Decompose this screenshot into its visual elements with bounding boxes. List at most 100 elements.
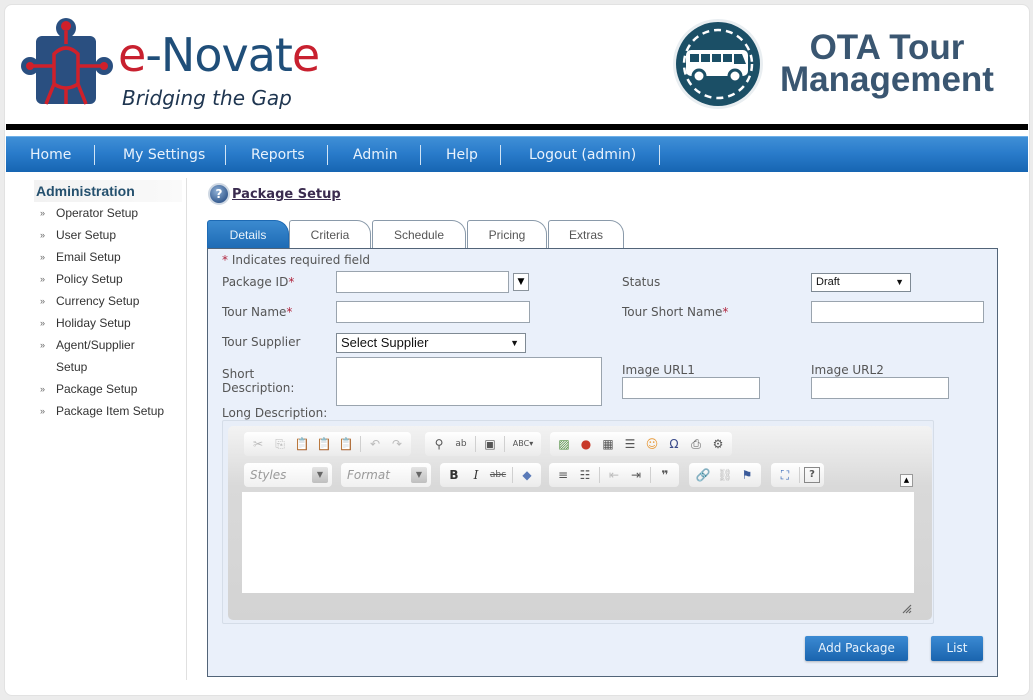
page-break-icon[interactable]: ⎙ [686,434,706,454]
paste-icon[interactable]: 📋 [292,434,312,454]
iframe-icon[interactable]: ⚙ [708,434,728,454]
help-icon[interactable]: ? [208,183,230,205]
nav-reports[interactable]: Reports [251,137,305,173]
special-char-icon[interactable]: Ω [664,434,684,454]
spellcheck-icon[interactable]: ABC▾ [509,434,537,454]
tab-details[interactable]: Details [207,220,289,249]
toolbar-paragraph-group: ≡ ☷ ⇤ ⇥ ❞ [549,463,679,487]
italic-icon[interactable]: I [466,465,486,485]
toolbar-editing-group: ⚲ ab ▣ ABC▾ [425,432,541,456]
flash-icon[interactable]: ● [576,434,596,454]
tour-name-label-text: Tour Name [222,305,287,319]
strike-icon[interactable]: abc [488,465,508,485]
tour-supplier-selected: Select Supplier [341,335,429,350]
tab-extras[interactable]: Extras [548,220,624,249]
styles-combo[interactable]: Styles ▼ [244,463,332,487]
caret-up-icon: ▲ [903,476,910,484]
redo-icon[interactable]: ↷ [387,434,407,454]
list-button[interactable]: List [931,636,983,661]
double-chevron-icon: » [40,384,46,394]
select-all-icon[interactable]: ▣ [480,434,500,454]
find-icon[interactable]: ⚲ [429,434,449,454]
toolbar-separator [512,467,513,483]
bold-icon[interactable]: B [444,465,464,485]
outdent-icon[interactable]: ⇤ [604,465,624,485]
status-select[interactable]: Draft ▼ [811,273,911,292]
numbered-list-icon[interactable]: ≡ [553,465,573,485]
nav-help[interactable]: Help [446,137,478,173]
double-chevron-icon: » [40,406,46,416]
format-combo[interactable]: Format ▼ [341,463,431,487]
tab-schedule[interactable]: Schedule [372,220,466,249]
nav-home[interactable]: Home [30,137,71,173]
sidebar-item-user-setup[interactable]: » User Setup [40,224,164,246]
toolbar-basic-styles-group: B I abc ◆ [440,463,541,487]
sidebar-item-policy-setup[interactable]: » Policy Setup [40,268,164,290]
sidebar-item-holiday-setup[interactable]: » Holiday Setup [40,312,164,334]
nav-my-settings[interactable]: My Settings [123,137,205,173]
paste-text-icon[interactable]: 📋 [314,434,334,454]
tour-short-name-label-text: Tour Short Name [622,305,723,319]
image-url2-label: Image URL2 [811,363,884,377]
add-package-button[interactable]: Add Package [805,636,908,661]
product-logo: OTA Tour Management [670,16,1010,116]
nav-admin[interactable]: Admin [353,137,398,173]
required-marker: * [222,253,228,267]
sidebar-item-email-setup[interactable]: » Email Setup [40,246,164,268]
sidebar-item-currency-setup[interactable]: » Currency Setup [40,290,164,312]
short-description-textarea[interactable] [336,357,602,406]
tab-pricing[interactable]: Pricing [467,220,547,249]
tour-short-name-input[interactable] [811,301,984,323]
horizontal-rule-icon[interactable]: ☰ [620,434,640,454]
double-chevron-icon: » [40,296,46,306]
bulleted-list-icon[interactable]: ☷ [575,465,595,485]
brand-name-middle: -Novat [145,28,293,82]
nav-logout[interactable]: Logout (admin) [529,137,636,173]
tour-name-input[interactable] [336,301,530,323]
cut-icon[interactable]: ✂ [248,434,268,454]
styles-combo-text: Styles [250,468,287,482]
sidebar-item-package-setup[interactable]: » Package Setup [40,378,164,400]
page-title[interactable]: Package Setup [232,187,341,202]
tour-supplier-select[interactable]: Select Supplier ▼ [336,333,526,353]
status-label: Status [622,275,661,289]
remove-format-icon[interactable]: ◆ [517,465,537,485]
smiley-icon[interactable]: ☺ [642,434,662,454]
collapse-toolbar-button[interactable]: ▲ [900,474,913,487]
product-title-line2: Management [780,60,994,99]
brand-name-suffix: e [291,28,320,82]
caret-down-icon: ▼ [517,277,525,287]
link-icon[interactable]: 🔗 [693,465,713,485]
table-icon[interactable]: ▦ [598,434,618,454]
sidebar-item-operator-setup[interactable]: » Operator Setup [40,202,164,224]
sidebar-item-package-item-setup[interactable]: » Package Item Setup [40,400,164,422]
toolbar-separator [360,436,361,452]
sidebar-item-label: Currency Setup [56,294,140,308]
image-url2-input[interactable] [811,377,949,399]
anchor-icon[interactable]: ⚑ [737,465,757,485]
copy-icon[interactable]: ⎘ [270,434,290,454]
package-id-dropdown-button[interactable]: ▼ [513,273,529,291]
package-id-input[interactable] [336,271,509,293]
about-icon[interactable]: ? [804,467,820,483]
tour-short-name-label: Tour Short Name* [622,305,728,319]
image-url1-input[interactable] [622,377,760,399]
maximize-icon[interactable]: ⛶ [775,465,795,485]
replace-icon[interactable]: ab [451,434,471,454]
undo-icon[interactable]: ↶ [365,434,385,454]
nav-separator [659,145,660,165]
indent-icon[interactable]: ⇥ [626,465,646,485]
image-icon[interactable]: ▨ [554,434,574,454]
double-chevron-icon: » [40,208,46,218]
tab-criteria[interactable]: Criteria [289,220,371,249]
required-marker: * [722,305,729,319]
sidebar-item-label: Policy Setup [56,272,123,286]
blockquote-icon[interactable]: ❞ [655,465,675,485]
editor-content-area[interactable] [242,492,914,593]
paste-word-icon[interactable]: 📋 [336,434,356,454]
sidebar-item-agent-supplier-setup[interactable]: » Agent/Supplier Setup [40,334,160,378]
sidebar-item-label: Holiday Setup [56,316,131,330]
unlink-icon[interactable]: ⛓ [715,465,735,485]
toolbar-separator [475,436,476,452]
resize-grip-icon[interactable] [900,602,912,614]
